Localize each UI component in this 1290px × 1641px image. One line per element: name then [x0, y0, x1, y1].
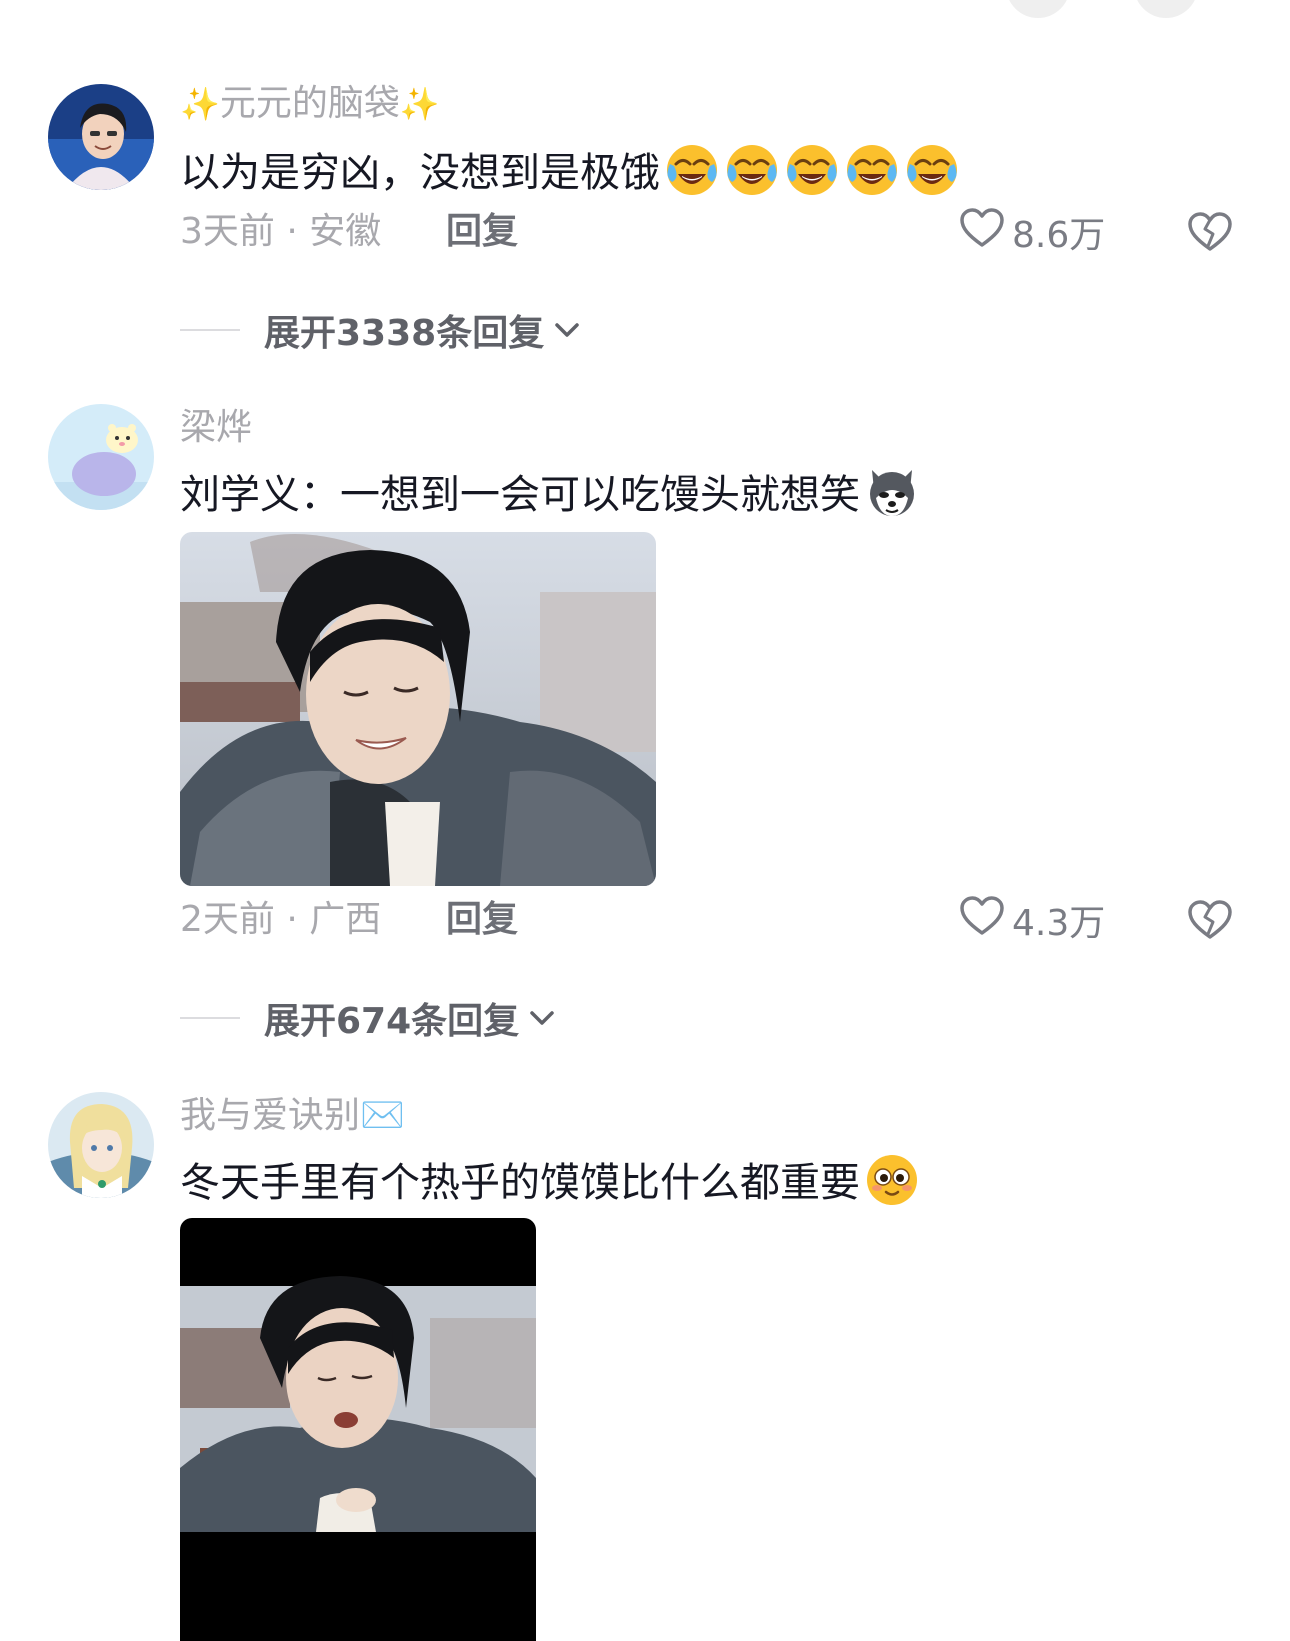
expand-replies-label: 展开3338条回复 — [264, 313, 545, 354]
expand-replies-button[interactable]: 展开674条回复 — [180, 994, 559, 1042]
envelope-icon: ✉️ — [360, 1095, 405, 1136]
sparkles-icon: ✨ — [180, 85, 220, 123]
username-text: 元元的脑袋 — [219, 83, 400, 124]
chevron-down-icon — [530, 1011, 554, 1025]
husky-dog-emoji — [864, 464, 920, 520]
comment-text-content: 刘学义：一想到一会可以吃馒头就想笑 — [180, 472, 860, 518]
crying-laughing-emoji — [784, 142, 840, 198]
reply-button[interactable]: 回复 — [446, 210, 518, 254]
cute-smile-emoji — [864, 1152, 920, 1208]
comment-text-content: 冬天手里有个热乎的馍馍比什么都重要 — [180, 1160, 860, 1206]
man-in-fur-collar-eating-photo[interactable] — [180, 1218, 536, 1641]
broken-heart-icon[interactable] — [1186, 208, 1234, 256]
username-text: 我与爱诀别 — [180, 1095, 361, 1136]
expand-replies-button[interactable]: 展开3338条回复 — [180, 306, 584, 354]
avatar[interactable] — [48, 1092, 154, 1198]
crying-laughing-emoji — [724, 142, 780, 198]
top-action-button[interactable] — [1134, 0, 1198, 18]
heart-icon — [958, 204, 1006, 261]
username-text: 梁烨 — [180, 407, 253, 448]
crying-laughing-emoji — [844, 142, 900, 198]
divider — [180, 1017, 240, 1019]
heart-icon — [958, 892, 1006, 949]
like-count: 4.3万 — [1012, 903, 1106, 944]
top-action-button[interactable] — [1006, 0, 1070, 18]
like-button[interactable]: 4.3万 — [958, 895, 1106, 944]
chevron-down-icon — [555, 323, 579, 337]
comment-meta: 2天前 · 广西 — [180, 899, 382, 940]
reply-button[interactable]: 回复 — [446, 898, 518, 942]
expand-replies-label: 展开674条回复 — [264, 1001, 520, 1042]
divider — [180, 329, 240, 331]
avatar[interactable] — [48, 84, 154, 190]
username[interactable]: 我与爱诀别✉️ — [180, 1094, 405, 1138]
sparkles-icon: ✨ — [399, 85, 440, 123]
username[interactable]: ✨元元的脑袋✨ — [180, 82, 440, 126]
username[interactable]: 梁烨 — [180, 406, 252, 450]
avatar[interactable] — [48, 404, 154, 510]
comment-text: 冬天手里有个热乎的馍馍比什么都重要 — [180, 1152, 920, 1209]
comment-text: 刘学义：一想到一会可以吃馒头就想笑 — [180, 464, 920, 521]
comment-text: 以为是穷凶，没想到是极饿 — [180, 142, 960, 199]
crying-laughing-emoji — [904, 142, 960, 198]
comment-meta: 3天前 · 安徽 — [180, 211, 382, 252]
crying-laughing-emoji — [664, 142, 720, 198]
like-button[interactable]: 8.6万 — [958, 207, 1106, 256]
broken-heart-icon[interactable] — [1186, 896, 1234, 944]
comment-text-content: 以为是穷凶，没想到是极饿 — [180, 150, 660, 196]
like-count: 8.6万 — [1012, 215, 1106, 256]
comment-list-page: ✨元元的脑袋✨ 以为是穷凶，没想到是极饿 3天前 · 安徽 回复 8.6万 展开… — [0, 0, 1290, 1641]
smiling-man-in-fur-collar-photo[interactable] — [180, 532, 656, 886]
